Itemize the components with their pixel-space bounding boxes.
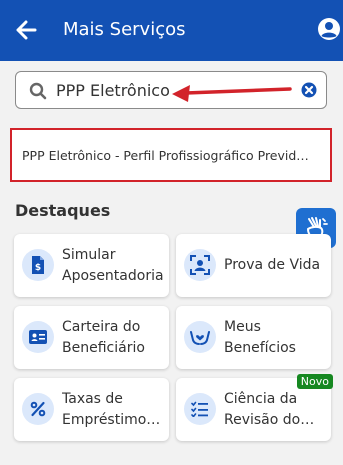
card-prova-de-vida[interactable]: Prova de Vida [176,234,331,297]
back-button[interactable] [10,14,42,46]
card-simular-aposentadoria[interactable]: $ Simular Aposentadoria [14,234,169,297]
suggestion-label: PPP Eletrônico - Perfil Profissiográfico… [22,147,309,163]
arrow-left-icon [16,20,37,40]
card-label: Ciência da Revisão do… [224,390,315,428]
search-field[interactable] [15,71,327,109]
card-label: Simular Aposentadoria [62,246,164,284]
card-icon-bg [184,249,216,281]
percent-icon [30,401,46,417]
card-label: Carteira do Beneficiário [62,318,145,356]
search-icon [29,82,47,100]
card-icon-bg: $ [22,249,54,281]
app-header: Mais Serviços [0,0,343,61]
card-label: Taxas de Empréstimo… [62,390,161,428]
checklist-icon [191,401,208,417]
svg-text:$: $ [35,263,41,273]
clear-search-button[interactable] [301,82,317,98]
page-title: Mais Serviços [63,19,186,40]
profile-button[interactable] [317,17,341,41]
id-card-icon [29,330,47,344]
card-icon-bg [184,393,216,425]
card-carteira-do-beneficiario[interactable]: Carteira do Beneficiário [14,306,169,369]
document-dollar-icon: $ [32,256,44,274]
user-circle-icon [318,18,340,40]
card-label: Prova de Vida [224,257,321,273]
card-icon-bg [184,321,216,353]
search-suggestion[interactable]: PPP Eletrônico - Perfil Profissiográfico… [10,128,332,182]
card-ciencia-da-revisao[interactable]: Ciência da Revisão do… Novo [176,374,333,441]
search-input[interactable] [56,78,266,102]
card-taxas-de-emprestimo[interactable]: Taxas de Empréstimo… [14,378,169,441]
face-scan-icon [190,255,210,275]
clear-icon [301,82,317,98]
section-title: Destaques [15,201,111,220]
card-icon-bg [22,393,54,425]
card-icon-bg [22,321,54,353]
new-badge: Novo [296,374,333,389]
card-label: Meus Benefícios [224,318,296,356]
card-meus-beneficios[interactable]: Meus Benefícios [176,306,331,369]
hands-heart-icon [190,331,210,345]
